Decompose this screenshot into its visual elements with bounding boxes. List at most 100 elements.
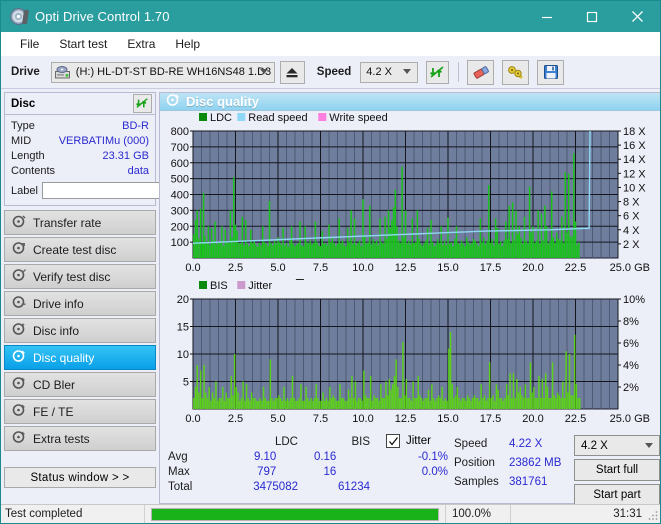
disc-quality-icon: [12, 349, 26, 366]
extra-tests-icon: [12, 430, 26, 447]
svg-text:10.0: 10.0: [352, 413, 373, 425]
status-window-button[interactable]: Status window > >: [4, 467, 156, 488]
stats-samples-row: Samples 381761: [454, 472, 574, 491]
disc-panel-title: Disc: [11, 97, 36, 110]
stats-avg-bis: 0.16: [313, 450, 337, 463]
sidebar-item-disc-info[interactable]: Disc info: [4, 318, 156, 343]
start-part-button[interactable]: Start part: [574, 484, 660, 506]
eject-button[interactable]: [279, 60, 305, 84]
svg-text:5.0: 5.0: [270, 413, 285, 425]
chevron-down-icon[interactable]: [645, 442, 653, 448]
menu-bar: File Start test Extra Help: [1, 32, 660, 56]
jitter-toggle[interactable]: Jitter: [386, 434, 431, 448]
sidebar-item-verify-test-disc[interactable]: Verify test disc: [4, 264, 156, 289]
sidebar-item-label: Extra tests: [33, 431, 90, 446]
stats-header-row: LDC BIS Jitter: [168, 434, 448, 449]
menu-file[interactable]: File: [10, 34, 49, 54]
stats-speed-row: Speed 4.22 X: [454, 434, 574, 453]
maximize-icon[interactable]: [569, 1, 614, 32]
drive-info-icon: [12, 295, 26, 312]
svg-text:6 X: 6 X: [623, 211, 640, 223]
drive-icon: [54, 65, 71, 79]
sidebar-item-drive-info[interactable]: Drive info: [4, 291, 156, 316]
svg-text:5.0: 5.0: [270, 262, 285, 274]
disc-label-caption: Label: [11, 184, 38, 197]
bis-chart[interactable]: BIS Jitter 5 10 15 20 2% 4% 6% 8% 10% 0.0 2.5 5.0 7.5 1…: [160, 276, 654, 427]
stats-row-label: Max: [168, 465, 190, 478]
sidebar-item-cd-bler[interactable]: CD Bler: [4, 372, 156, 397]
stats-right-values: Speed 4.22 X Position 23862 MB Samples 3…: [454, 434, 574, 506]
svg-text:Write speed: Write speed: [329, 112, 388, 124]
sidebar-item-label: FE / TE: [33, 404, 74, 419]
disc-info-icon: [12, 322, 26, 339]
sidebar-item-label: Transfer rate: [33, 215, 102, 230]
disc-mid-value: VERBATIMu (000): [58, 134, 149, 147]
main-panel-title: Disc quality: [186, 94, 259, 109]
stats-row-label: Total: [168, 480, 193, 493]
resize-grip[interactable]: [647, 509, 659, 521]
svg-text:16 X: 16 X: [623, 140, 646, 152]
svg-text:17.5: 17.5: [480, 413, 501, 425]
save-button[interactable]: [537, 59, 565, 85]
disc-panel-header: Disc: [5, 93, 155, 115]
progress-fill: [152, 508, 438, 520]
minimize-icon[interactable]: [524, 1, 569, 32]
chevron-down-icon[interactable]: [259, 69, 268, 74]
svg-text:Jitter: Jitter: [248, 280, 272, 292]
sidebar-item-transfer-rate[interactable]: Transfer rate: [4, 210, 156, 235]
ldc-chart[interactable]: LDC Read speed Write speed 100 200 300 400 500 6…: [160, 111, 654, 276]
sidebar-item-fe-te[interactable]: FE / TE: [4, 399, 156, 424]
sidebar-item-label: Drive info: [33, 296, 84, 311]
sidebar-item-disc-quality[interactable]: Disc quality: [4, 345, 156, 370]
stats-row-label: Avg: [168, 450, 188, 463]
tools-button[interactable]: [502, 59, 530, 85]
svg-text:2%: 2%: [623, 382, 639, 394]
jitter-label: Jitter: [406, 435, 431, 447]
svg-text:2.5: 2.5: [228, 413, 243, 425]
menu-start-test[interactable]: Start test: [49, 34, 117, 54]
transfer-rate-icon: [12, 214, 26, 231]
create-test-disc-icon: [12, 241, 26, 258]
fe-te-icon: [12, 403, 26, 420]
erase-button[interactable]: [467, 59, 495, 85]
svg-text:15.0: 15.0: [437, 262, 458, 274]
svg-text:22.5: 22.5: [565, 413, 586, 425]
svg-text:300: 300: [171, 205, 189, 217]
menu-extra[interactable]: Extra: [117, 34, 165, 54]
svg-text:17.5: 17.5: [480, 262, 501, 274]
disc-refresh-button[interactable]: [133, 94, 152, 113]
progress-percent: 100.0%: [452, 508, 492, 520]
disc-panel: Disc Type BD-R MID VERBATIMu (000) Lengt…: [4, 92, 245, 206]
chevron-down-icon[interactable]: [403, 69, 412, 74]
start-full-button[interactable]: Start full: [574, 459, 660, 481]
app-disc-icon: [10, 8, 27, 25]
verify-test-disc-icon: [12, 268, 26, 285]
menu-help[interactable]: Help: [165, 34, 210, 54]
sidebar-item-extra-tests[interactable]: Extra tests: [4, 426, 156, 451]
stats-max-bis: 16: [323, 465, 337, 478]
refresh-button[interactable]: [426, 60, 450, 84]
svg-text:12.5: 12.5: [395, 413, 416, 425]
window-title: Opti Drive Control 1.70: [35, 9, 170, 24]
speed-select[interactable]: 4.2 X: [360, 61, 419, 83]
drive-select[interactable]: (H:) HL-DT-ST BD-RE WH16NS48 1.D3: [50, 61, 275, 83]
disc-length-label: Length: [11, 149, 45, 162]
svg-text:10: 10: [177, 349, 189, 361]
svg-text:12 X: 12 X: [623, 168, 646, 180]
svg-text:10%: 10%: [623, 294, 645, 306]
svg-text:600: 600: [171, 158, 189, 170]
sidebar-item-create-test-disc[interactable]: Create test disc: [4, 237, 156, 262]
jitter-checkbox[interactable]: [386, 434, 400, 448]
app-window: Opti Drive Control 1.70 File Start test …: [0, 0, 661, 524]
svg-text:4%: 4%: [623, 360, 639, 372]
svg-text:0.0: 0.0: [185, 262, 200, 274]
disc-contents-label: Contents: [11, 164, 56, 177]
svg-text:2.5: 2.5: [228, 262, 243, 274]
toolbar: Drive (H:) HL-DT-ST BD-RE WH16NS48 1.D3: [1, 56, 660, 89]
svg-text:15: 15: [177, 322, 189, 334]
window-controls: [524, 1, 660, 32]
disc-info-rows: Type BD-R MID VERBATIMu (000) Length 23.…: [5, 115, 245, 205]
close-icon[interactable]: [614, 1, 660, 32]
test-speed-select[interactable]: 4.2 X: [574, 435, 660, 456]
